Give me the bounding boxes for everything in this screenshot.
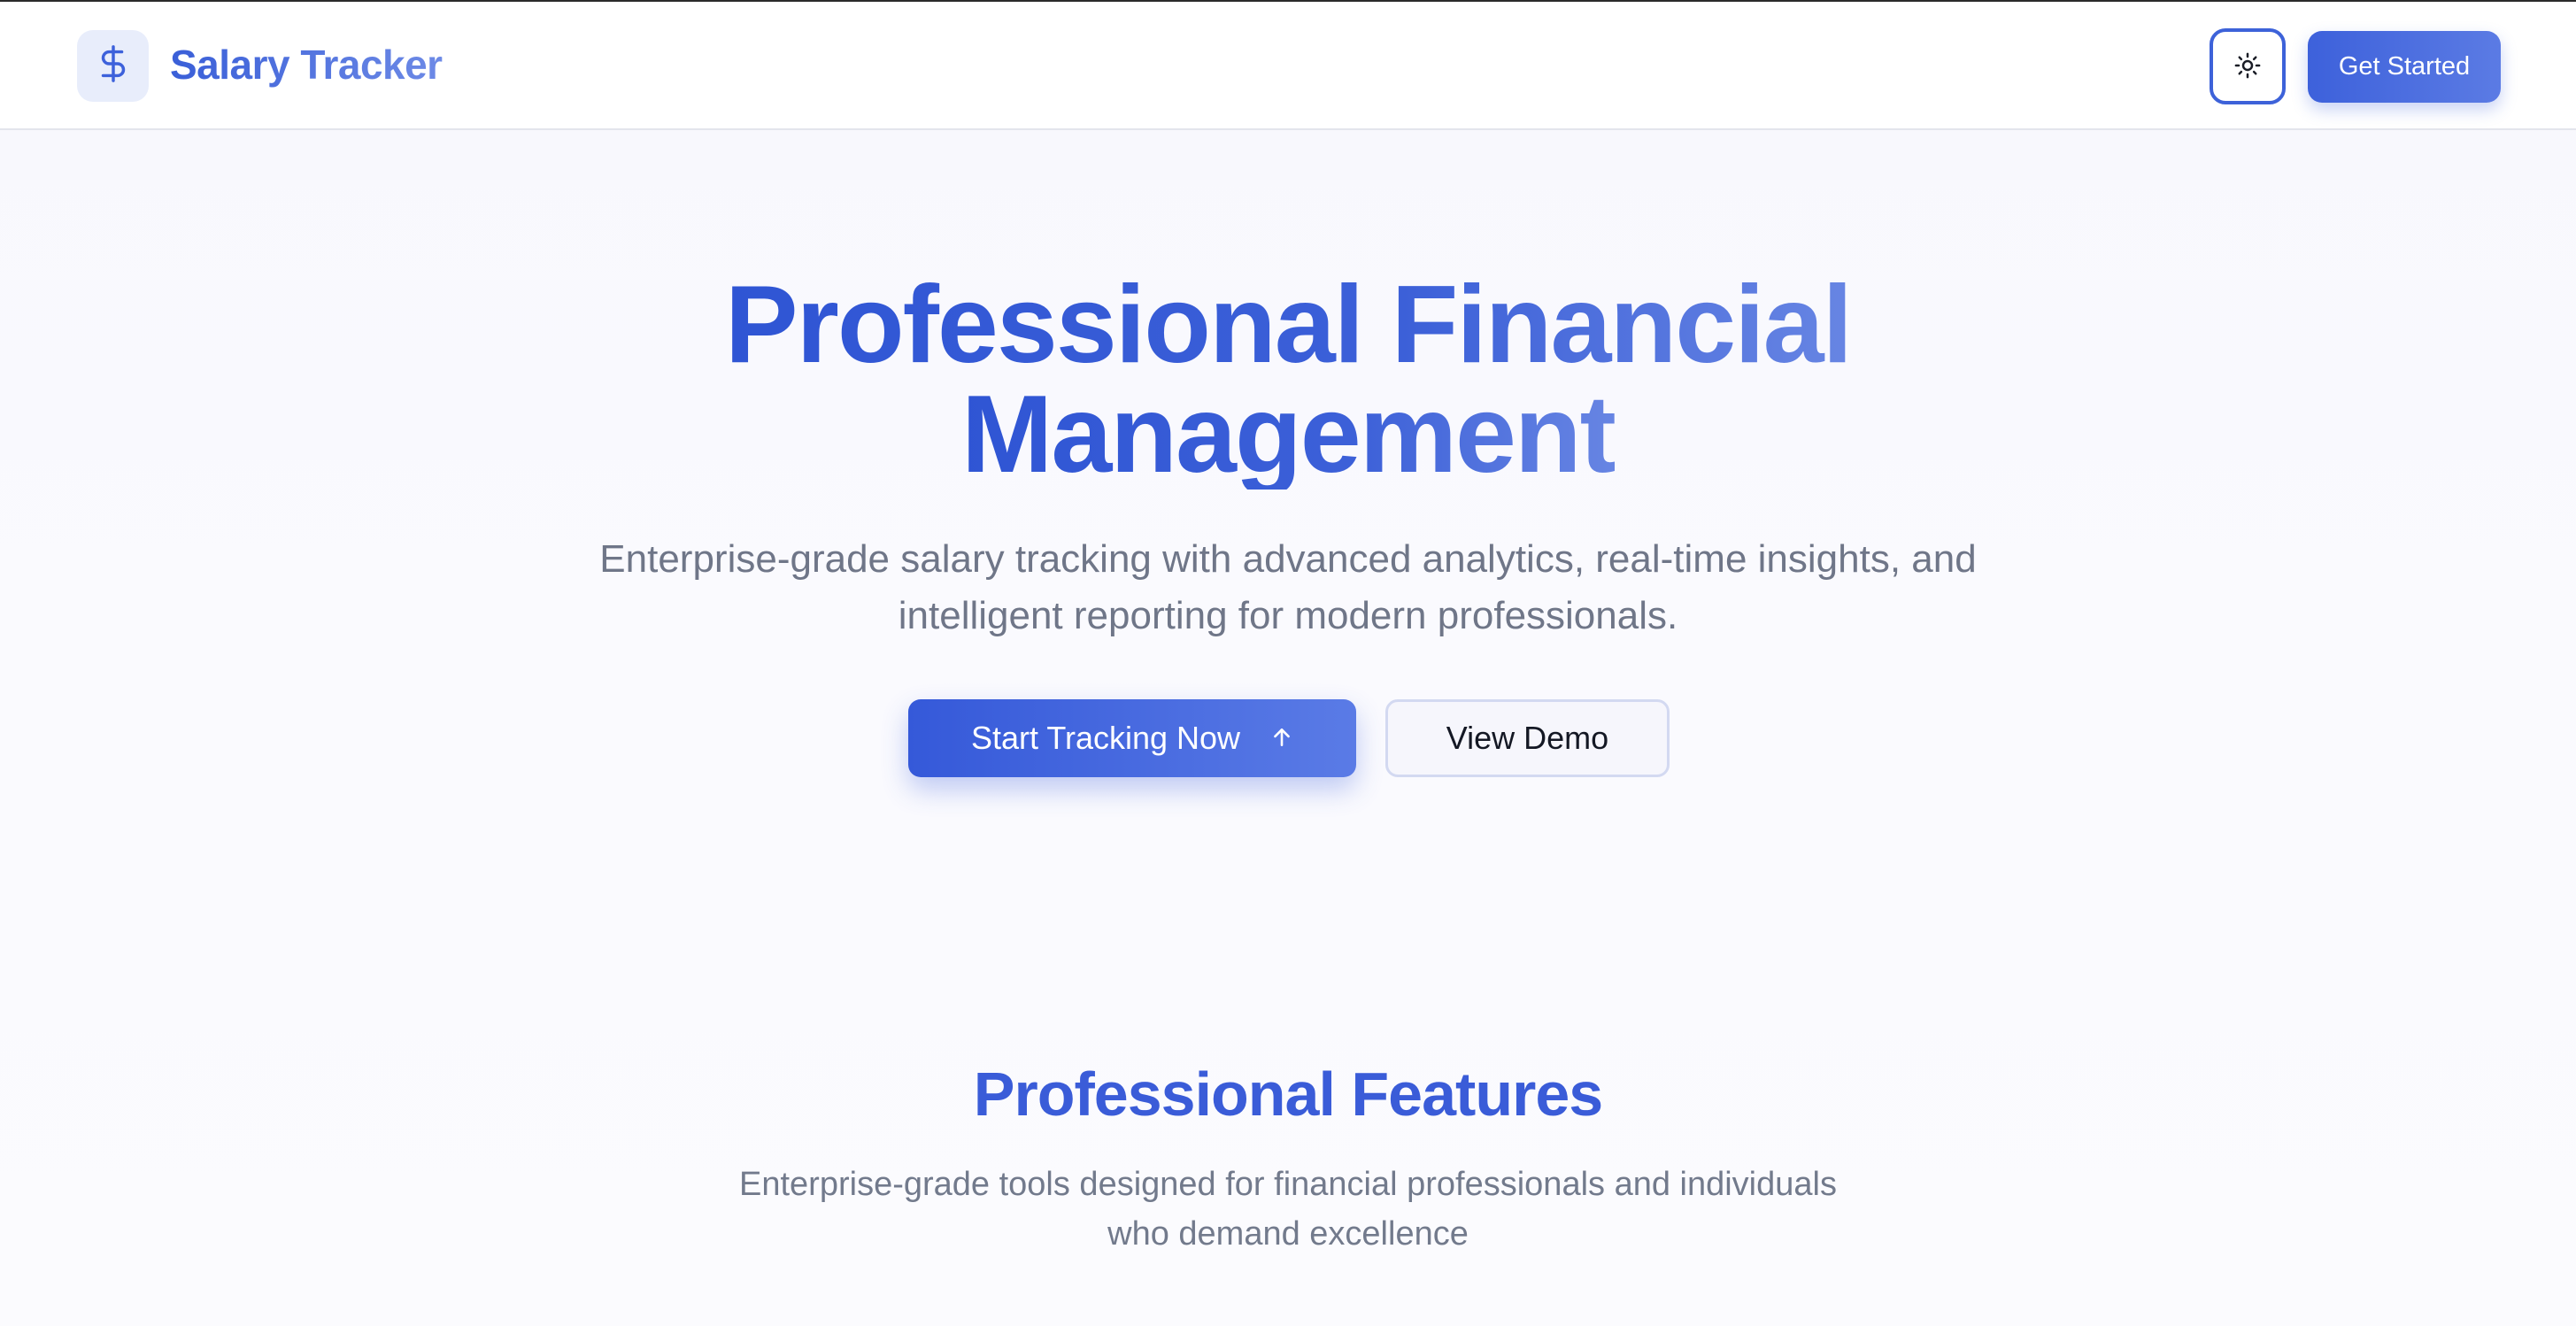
view-demo-button[interactable]: View Demo [1385,699,1670,777]
start-tracking-button[interactable]: Start Tracking Now [908,699,1356,777]
features-subtitle-line1: Enterprise-grade tools designed for fina… [739,1166,1837,1203]
top-navbar: Salary Tracker Get Started [0,2,2576,130]
start-tracking-label: Start Tracking Now [970,720,1241,756]
dollar-sign-icon [93,43,134,89]
hero-subtitle-line1: Enterprise-grade salary tracking with ad… [599,537,1977,581]
hero-subtitle-line2: intelligent reporting for modern profess… [898,594,1678,637]
features-title: Professional Features [973,1060,1603,1129]
sun-icon [2234,52,2261,81]
landing-page: Salary Tracker Get Started Professional … [0,0,2576,1326]
logo[interactable] [77,30,149,102]
hero-title-line1: Professional Financial [724,264,1853,386]
features-subtitle-line2: who demand excellence [1107,1215,1469,1253]
brand-name[interactable]: Salary Tracker [170,41,443,89]
hero-cta-group: Start Tracking Now View Demo [908,699,1670,777]
theme-toggle-button[interactable] [2210,28,2286,104]
features-subtitle: Enterprise-grade tools designed for fina… [0,1160,2576,1259]
hero-subtitle: Enterprise-grade salary tracking with ad… [0,531,2576,644]
arrow-up-icon [1270,720,1293,757]
get-started-button[interactable]: Get Started [2308,31,2501,103]
hero-title-line2: Management [961,374,1616,496]
hero-title: Professional Financial Management [0,270,2576,490]
